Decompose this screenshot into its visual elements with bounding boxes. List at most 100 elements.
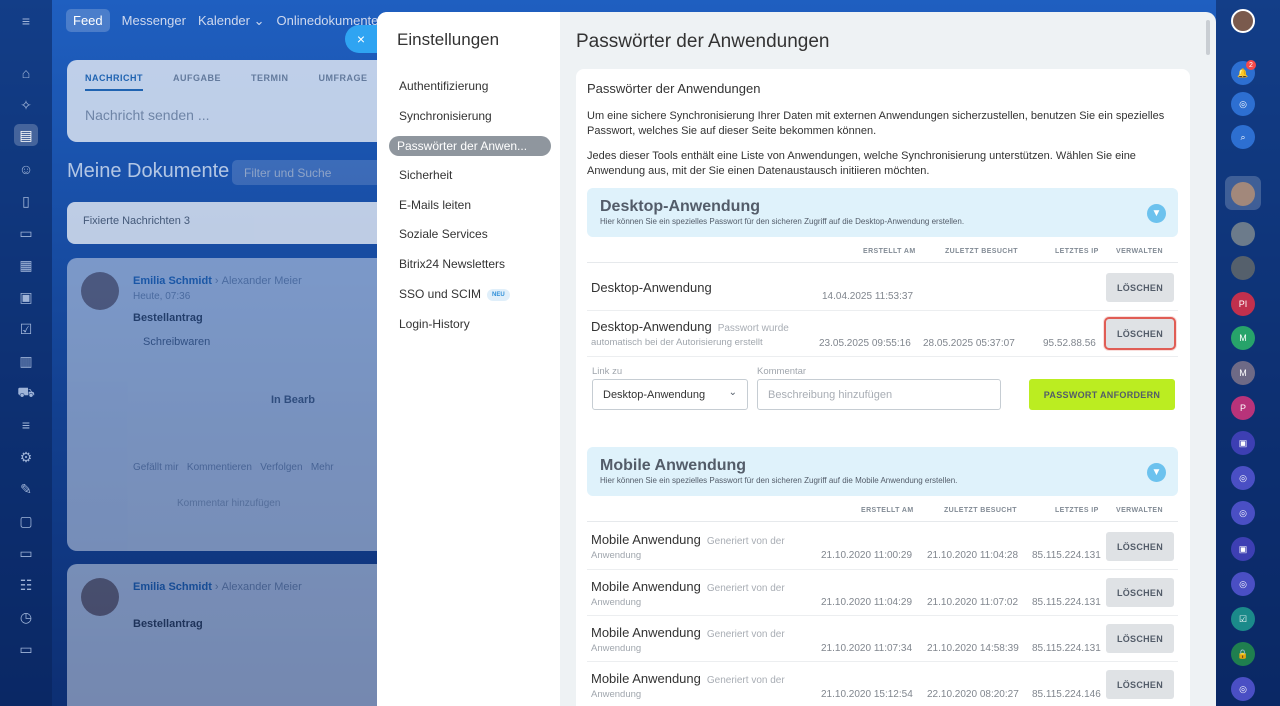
cart-icon[interactable]: ⛟ <box>14 382 38 404</box>
filter-icon[interactable]: ≡ <box>14 414 38 436</box>
chat-avatar[interactable] <box>1231 222 1255 246</box>
delete-button[interactable]: LÖSCHEN <box>1104 317 1176 350</box>
avatar <box>81 272 119 310</box>
tools-paragraph: Jedes dieser Tools enthält eine Liste vo… <box>587 150 1136 177</box>
copilot-chat-icon[interactable]: ◎ <box>1231 466 1255 490</box>
chat-avatar-initials[interactable]: PI <box>1231 292 1255 316</box>
nav-item-login-history[interactable]: Login-History <box>389 310 551 340</box>
copilot-chat-icon[interactable]: ◎ <box>1231 501 1255 525</box>
chat-icon[interactable]: ▣ <box>1231 537 1255 561</box>
section-subtitle: Hier können Sie ein spezielles Passwort … <box>600 217 965 226</box>
row-visited: 21.10.2020 11:07:02 <box>927 597 1019 608</box>
analytics-icon[interactable]: ▥ <box>14 350 38 372</box>
ai-icon[interactable]: ✧ <box>14 94 38 116</box>
nav-item-synchronization[interactable]: Synchronisierung <box>389 102 551 132</box>
comment-input[interactable]: Beschreibung hinzufügen <box>757 379 1001 410</box>
nav-item-authentication[interactable]: Authentifizierung <box>389 72 551 102</box>
feed-post: Emilia Schmidt › Alexander Meier Bestell… <box>67 564 407 706</box>
row-ip: 85.115.224.146 <box>1032 689 1101 700</box>
lock-icon[interactable]: 🔒 <box>1231 642 1255 666</box>
copilot-chat-icon[interactable]: ◎ <box>1231 677 1255 701</box>
row-note-2: automatisch bei der Autorisierung erstel… <box>591 337 763 348</box>
nav-item-app-passwords[interactable]: Passwörter der Anwen... <box>389 136 551 157</box>
composer-tab-event[interactable]: TERMIN <box>251 73 289 91</box>
post-comment-input[interactable]: Kommentar hinzufügen <box>177 498 280 509</box>
chat-avatar-initials[interactable]: M <box>1231 326 1255 350</box>
row-created: 14.04.2025 11:53:37 <box>822 291 914 302</box>
chevron-down-icon[interactable]: ▼ <box>1147 463 1166 482</box>
row-note: Generiert von der <box>706 675 785 686</box>
post-actions[interactable]: Gefällt mir Kommentieren Verfolgen Mehr <box>133 462 334 473</box>
chat-icon[interactable]: ▣ <box>1231 431 1255 455</box>
table-header: ERSTELLT AM ZULETZT BESUCHT LETZTES IP V… <box>587 502 1178 522</box>
nav-item-social-services[interactable]: Soziale Services <box>389 220 551 250</box>
row-created: 21.10.2020 11:04:29 <box>821 597 913 608</box>
calendar-icon[interactable]: ▣ <box>14 286 38 308</box>
feed-icon[interactable]: ▤ <box>14 124 38 146</box>
sign-icon[interactable]: ✎ <box>14 478 38 500</box>
composer-placeholder[interactable]: Nachricht senden ... <box>67 91 407 139</box>
row-name: Desktop-Anwendung Passwort wurde <box>591 319 789 334</box>
document-icon[interactable]: ▯ <box>14 190 38 212</box>
card-title: Passwörter der Anwendungen <box>587 81 761 96</box>
task-chat-icon[interactable]: ☑ <box>1231 607 1255 631</box>
table-row: Mobile Anwendung Generiert von der Anwend… <box>587 570 1178 616</box>
composer-tab-message[interactable]: NACHRICHT <box>85 73 143 91</box>
delete-button[interactable]: LÖSCHEN <box>1106 532 1174 561</box>
people-icon[interactable]: ☺ <box>14 158 38 180</box>
automation-icon[interactable]: ⚙ <box>14 446 38 468</box>
post-composer: NACHRICHT AUFGABE TERMIN UMFRAGE Nachric… <box>67 60 407 142</box>
store-icon[interactable]: ▢ <box>14 510 38 532</box>
timer-icon[interactable]: ◷ <box>14 606 38 628</box>
close-panel-button[interactable]: × <box>345 25 377 53</box>
fixed-messages[interactable]: Fixierte Nachrichten 3 <box>67 202 407 244</box>
row-name-text: Mobile Anwendung <box>591 625 701 640</box>
nav-item-newsletters[interactable]: Bitrix24 Newsletters <box>389 250 551 280</box>
copilot-chat-icon[interactable]: ◎ <box>1231 572 1255 596</box>
search-icon[interactable]: ⌕ <box>1231 125 1255 149</box>
active-chat-highlight <box>1225 176 1261 210</box>
nav-item-security[interactable]: Sicherheit <box>389 161 551 191</box>
row-created: 21.10.2020 11:00:29 <box>821 550 913 561</box>
delete-button[interactable]: LÖSCHEN <box>1106 273 1174 302</box>
row-name-text: Mobile Anwendung <box>591 579 701 594</box>
group-icon[interactable]: ☷ <box>14 574 38 596</box>
copilot-icon[interactable]: ◎ <box>1231 92 1255 116</box>
messages-icon[interactable]: ▭ <box>14 542 38 564</box>
chevron-down-icon[interactable]: ▼ <box>1147 204 1166 223</box>
desktop-section-header[interactable]: Desktop-Anwendung Hier können Sie ein sp… <box>587 188 1178 237</box>
user-avatar[interactable] <box>1231 9 1255 33</box>
post-author[interactable]: Emilia Schmidt <box>133 275 212 287</box>
row-note-2: Anwendung <box>591 689 642 700</box>
chat-avatar-initials[interactable]: P <box>1231 396 1255 420</box>
chat-avatar-initials[interactable]: M <box>1231 361 1255 385</box>
column-manage: VERWALTEN <box>1116 507 1163 514</box>
scrollbar[interactable] <box>1206 20 1210 55</box>
board-icon[interactable]: ▦ <box>14 254 38 276</box>
delete-button[interactable]: LÖSCHEN <box>1106 624 1174 653</box>
request-password-button[interactable]: PASSWORT ANFORDERN <box>1029 379 1175 410</box>
chat-icon[interactable]: ▭ <box>14 638 38 660</box>
chat-avatar[interactable] <box>1231 256 1255 280</box>
post-item: Schreibwaren <box>143 336 211 348</box>
table-row: Mobile Anwendung Generiert von der Anwend… <box>587 523 1178 570</box>
link-label: Link zu <box>592 366 623 377</box>
composer-tab-poll[interactable]: UMFRAGE <box>319 73 368 91</box>
nav-item-email-forwarding[interactable]: E-Mails leiten <box>389 191 551 221</box>
menu-icon[interactable]: ≡ <box>14 10 38 32</box>
nav-feed[interactable]: Feed <box>66 9 110 32</box>
home-icon[interactable]: ⌂ <box>14 62 38 84</box>
mobile-section-header[interactable]: Mobile Anwendung Hier können Sie ein spe… <box>587 447 1178 496</box>
row-name: Mobile Anwendung Generiert von der <box>591 579 785 594</box>
delete-button[interactable]: LÖSCHEN <box>1106 578 1174 607</box>
nav-calendar[interactable]: Kalender ⌄ <box>198 13 265 29</box>
task-icon[interactable]: ☑ <box>14 318 38 340</box>
composer-tab-task[interactable]: AUFGABE <box>173 73 221 91</box>
app-link-select[interactable]: Desktop-Anwendung ⌄ <box>592 379 748 410</box>
nav-messenger[interactable]: Messenger <box>122 13 186 28</box>
row-note: Passwort wurde <box>717 323 789 334</box>
drive-icon[interactable]: ▭ <box>14 222 38 244</box>
delete-button[interactable]: LÖSCHEN <box>1106 670 1174 699</box>
nav-item-sso-scim[interactable]: SSO und SCIM NEU <box>389 280 551 310</box>
post-author[interactable]: Emilia Schmidt <box>133 581 212 593</box>
